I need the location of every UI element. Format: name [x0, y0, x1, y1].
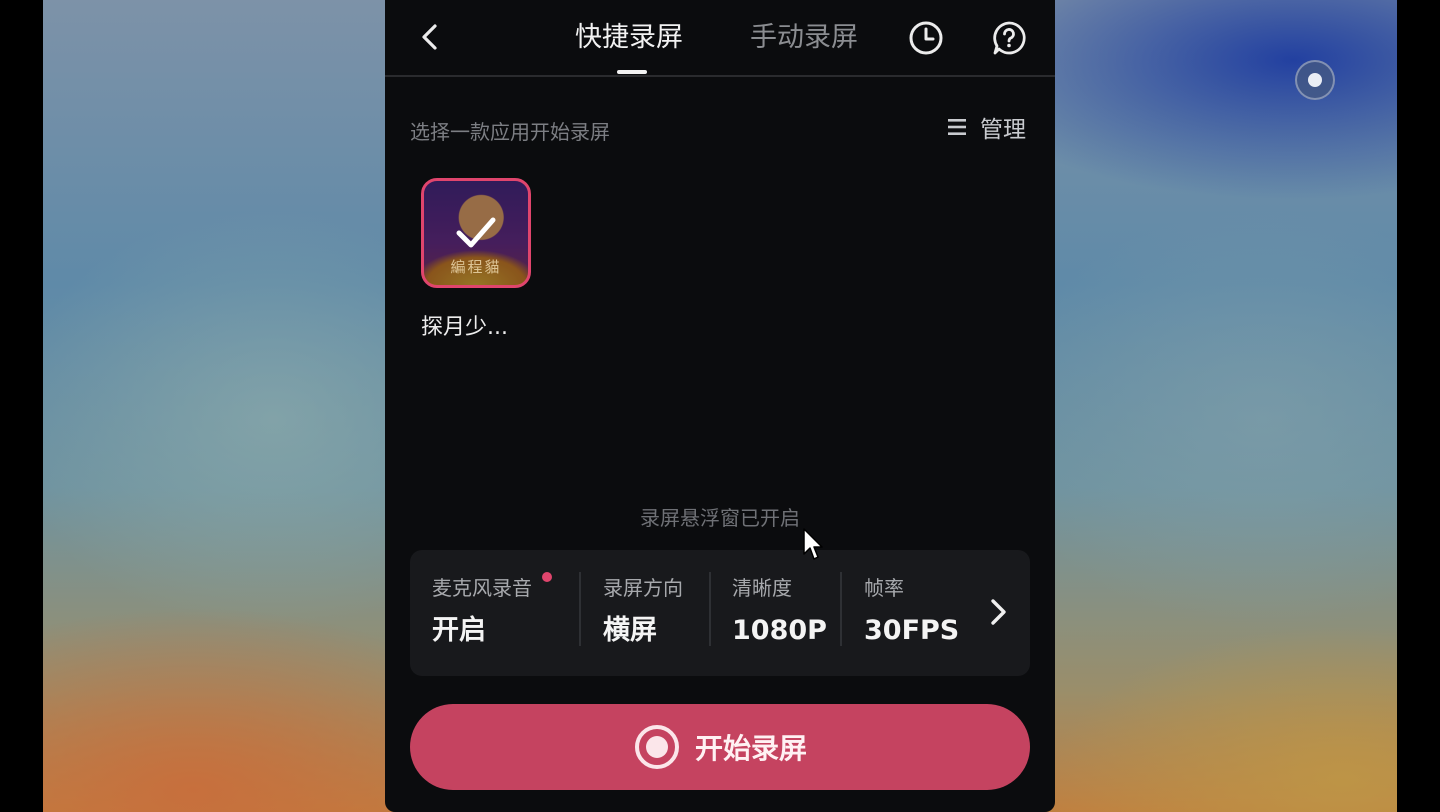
floating-record-button[interactable]	[1295, 60, 1335, 100]
list-icon	[948, 119, 966, 135]
setting-value: 30FPS	[864, 615, 960, 646]
divider	[840, 572, 842, 646]
setting-microphone: 麦克风录音 开启	[432, 574, 532, 648]
manage-label: 管理	[980, 117, 1026, 143]
record-settings-card[interactable]: 麦克风录音 开启 录屏方向 横屏 清晰度 1080P 帧率 30FPS	[410, 550, 1030, 676]
setting-orientation: 录屏方向 横屏	[603, 574, 683, 648]
app-icon-tile[interactable]: 編程貓	[421, 178, 531, 288]
start-record-label: 开始录屏	[694, 732, 807, 765]
setting-resolution: 清晰度 1080P	[732, 574, 827, 648]
setting-label: 麦克风录音	[432, 576, 532, 600]
chevron-right-icon[interactable]	[988, 597, 1008, 627]
notification-dot	[542, 572, 552, 582]
setting-value: 开启	[432, 615, 486, 646]
setting-value: 横屏	[603, 615, 657, 646]
setting-label: 清晰度	[732, 576, 792, 600]
panel-header: 快捷录屏 手动录屏	[385, 0, 1055, 77]
tab-manual-record[interactable]: 手动录屏	[750, 20, 858, 56]
setting-framerate: 帧率 30FPS	[864, 574, 959, 648]
active-tab-indicator	[617, 70, 647, 74]
divider	[709, 572, 711, 646]
tab-quick-record[interactable]: 快捷录屏	[575, 20, 683, 56]
screen-record-panel: 快捷录屏 手动录屏 选择一款应用开始录屏 管理 編程貓 探月少... 录屏悬浮窗…	[385, 0, 1055, 812]
back-icon[interactable]	[415, 22, 445, 52]
app-name: 探月少...	[421, 315, 508, 340]
mouse-cursor-icon	[803, 528, 823, 560]
floating-window-status: 录屏悬浮窗已开启	[640, 506, 800, 530]
setting-label: 帧率	[864, 576, 904, 600]
help-icon[interactable]	[991, 20, 1027, 56]
setting-label: 录屏方向	[603, 576, 683, 600]
record-icon	[634, 725, 679, 769]
select-app-hint: 选择一款应用开始录屏	[410, 120, 610, 144]
start-record-button[interactable]: 开始录屏	[410, 704, 1030, 790]
app-logo-text: 編程貓	[450, 258, 502, 276]
checkmark-icon	[456, 217, 496, 248]
setting-value: 1080P	[732, 615, 827, 646]
manage-button[interactable]: 管理	[948, 110, 1026, 144]
divider	[579, 572, 581, 646]
history-icon[interactable]	[908, 20, 944, 56]
